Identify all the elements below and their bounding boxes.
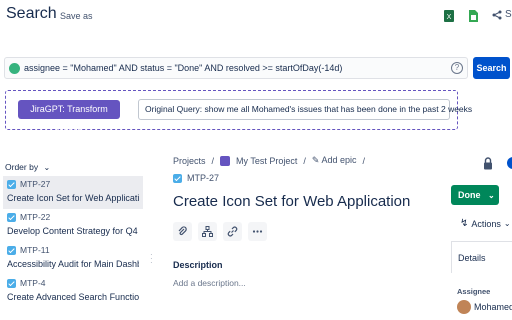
task-type-icon [7,179,16,189]
order-by-dropdown[interactable]: Order by ⌄ [5,162,50,172]
excel-export-icon[interactable]: X [443,9,455,23]
watch-icon[interactable] [507,157,512,169]
more-icon [252,230,263,233]
actions-button[interactable]: ↯ Actions ⌄ [460,218,511,229]
jiragpt-panel: JiraGPT: Transform Query Original Query:… [5,90,472,133]
child-issue-button[interactable] [198,222,217,241]
list-item[interactable]: MTP-22 Develop Content Strategy for Q4 P… [3,209,143,242]
task-type-icon [7,278,16,288]
status-label: Done [458,190,481,200]
chevron-down-icon: ⌄ [488,191,495,200]
issue-summary: Create Advanced Search Function... [7,292,139,302]
paperclip-icon [178,226,187,236]
details-label: Details [458,253,486,263]
pencil-icon: ✎ [311,155,320,165]
assignee-label: Assignee [457,287,491,296]
issue-summary: Develop Content Strategy for Q4 P... [7,226,139,236]
jql-query-text: assignee = "Mohamed" AND status = "Done"… [24,63,343,73]
save-as-link[interactable]: Save as [60,11,93,21]
jiragpt-transform-button[interactable]: JiraGPT: Transform Query [18,100,120,133]
description-label: Description [173,260,223,270]
breadcrumb-projects[interactable]: Projects [173,156,206,166]
details-panel[interactable]: Details [451,241,512,273]
svg-text:X: X [447,14,452,21]
avatar [457,300,471,314]
share-label: S [505,9,512,20]
breadcrumb-project[interactable]: My Test Project [236,156,297,166]
lock-icon[interactable] [483,157,493,170]
jql-input[interactable]: assignee = "Mohamed" AND status = "Done"… [4,57,468,79]
more-button[interactable] [248,222,267,241]
link-issue-button[interactable] [223,222,242,241]
add-epic-label: Add epic [321,155,357,165]
page-header: Search Save as X S [0,0,512,34]
lightning-icon: ↯ [460,218,469,229]
breadcrumb: Projects / My Test Project / ✎ Add epic … [173,155,365,166]
issue-key: MTP-22 [20,212,51,222]
issue-key: MTP-11 [20,245,50,255]
assignee-field[interactable]: Mohamed [457,300,512,314]
task-type-icon [7,212,16,222]
list-item[interactable]: MTP-11 Accessibility Audit for Main Dash… [3,242,143,275]
issue-list: MTP-27 Create Icon Set for Web Applicati… [3,176,143,308]
order-by-label: Order by [5,162,39,172]
valid-query-check-icon [9,63,20,74]
breadcrumb-separator: / [362,155,366,166]
list-item[interactable]: MTP-27 Create Icon Set for Web Applicati… [3,176,143,209]
add-epic-link[interactable]: ✎ Add epic [312,155,357,166]
breadcrumb-separator: / [303,155,306,166]
issue-key: MTP-27 [20,179,51,189]
search-button[interactable]: Search [473,57,510,79]
issue-toolbar [173,222,267,241]
sheets-export-icon[interactable] [467,9,479,23]
attach-button[interactable] [173,222,192,241]
task-type-icon [7,245,16,255]
assignee-name: Mohamed [474,302,512,312]
help-icon[interactable]: ? [451,62,463,74]
resize-handle[interactable]: · · · [150,251,153,267]
chevron-down-icon: ⌄ [503,219,511,228]
share-button[interactable]: S [492,9,512,20]
issue-summary: Create Icon Set for Web Application [7,193,139,203]
hierarchy-icon [202,226,213,237]
page-title: Search [6,5,57,22]
share-icon [492,10,502,19]
description-field[interactable]: Add a description... [173,278,246,288]
task-type-icon [173,173,182,183]
issue-summary: Accessibility Audit for Main Dashb... [7,259,139,269]
chevron-down-icon: ⌄ [43,163,51,172]
issue-title[interactable]: Create Icon Set for Web Application [173,193,410,210]
link-icon [227,226,238,237]
issue-key: MTP-4 [20,278,46,288]
actions-label: Actions [471,218,501,229]
list-item[interactable]: MTP-4 Create Advanced Search Function... [3,275,143,308]
project-icon [220,155,231,166]
issue-key: MTP-27 [187,173,220,183]
issue-key-link[interactable]: MTP-27 [173,173,219,183]
status-button[interactable]: Done ⌄ [451,185,499,205]
original-query: Original Query: show me all Mohamed's is… [138,99,472,120]
breadcrumb-separator: / [211,155,215,166]
